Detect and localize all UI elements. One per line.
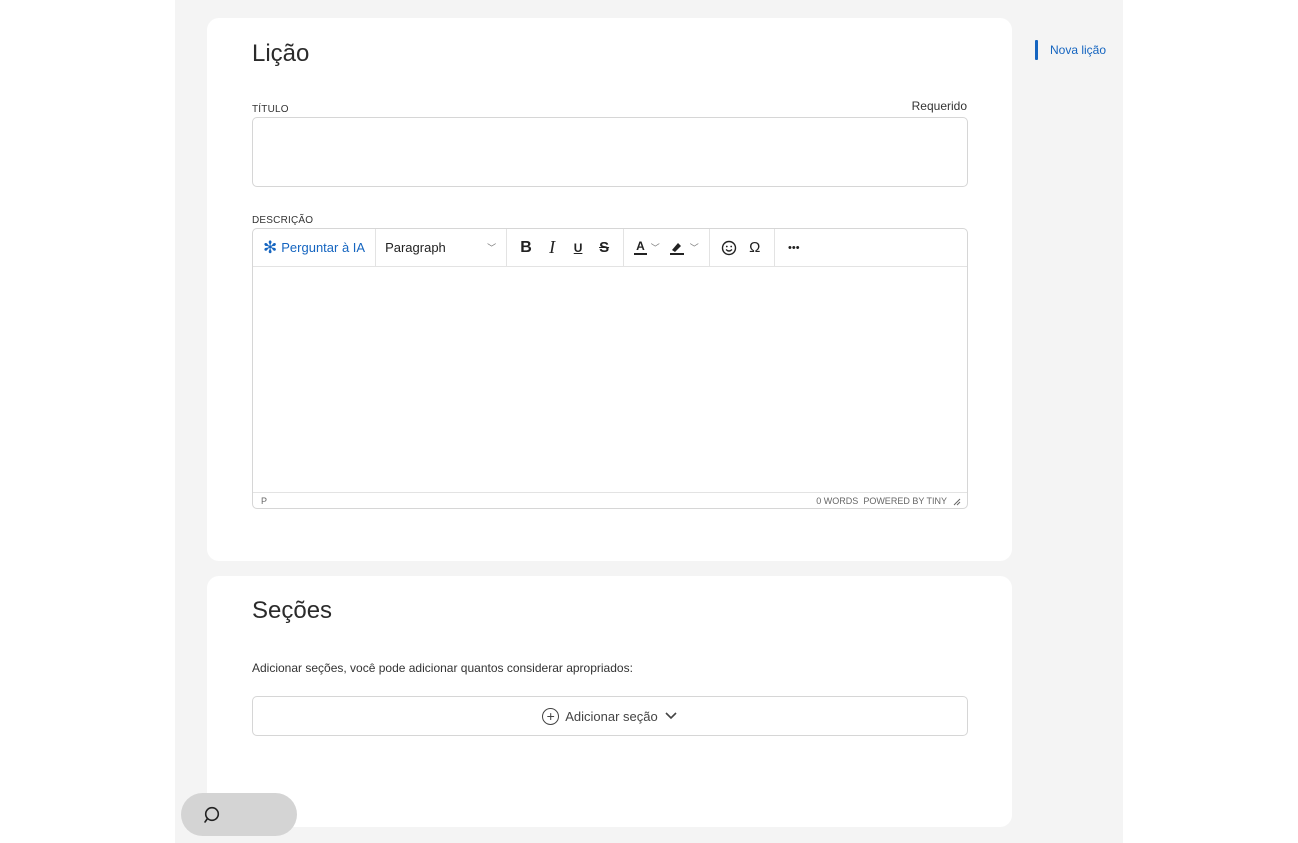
add-section-label: Adicionar seção xyxy=(565,708,658,724)
lesson-card: Lição TÍTULO Requerido DESCRIÇÃO ✻ Pergu… xyxy=(207,18,1012,561)
resize-handle-icon[interactable] xyxy=(952,497,961,506)
style-group: B I U S xyxy=(507,229,625,266)
insert-group: Ω xyxy=(710,229,775,266)
special-character-button[interactable]: Ω xyxy=(742,235,768,261)
italic-button[interactable]: I xyxy=(539,235,565,261)
title-input[interactable] xyxy=(252,117,968,187)
more-button[interactable]: ••• xyxy=(781,235,807,261)
format-group: Paragraph ﹀ xyxy=(376,229,508,266)
bold-button[interactable]: B xyxy=(513,235,539,261)
chevron-down-icon: ﹀ xyxy=(650,243,660,253)
underline-button[interactable]: U xyxy=(565,235,591,261)
active-indicator xyxy=(1035,40,1038,60)
plus-circle-icon: + xyxy=(542,707,560,725)
more-group: ••• xyxy=(775,229,813,266)
chevron-down-icon xyxy=(665,712,677,720)
editor-toolbar: ✻ Perguntar à IA Paragraph ﹀ B I U S A ﹀… xyxy=(253,229,967,267)
text-color-button[interactable]: A ﹀ xyxy=(634,240,660,255)
required-indicator: Requerido xyxy=(911,99,967,113)
text-color-label: A xyxy=(634,239,647,255)
description-editor: ✻ Perguntar à IA Paragraph ﹀ B I U S A ﹀… xyxy=(252,228,968,509)
page-title: Lição xyxy=(252,40,310,67)
description-label: DESCRIÇÃO xyxy=(252,215,314,226)
side-nav: Nova lição xyxy=(1035,40,1106,60)
emoji-icon xyxy=(721,240,736,255)
ask-ai-button[interactable]: ✻ Perguntar à IA xyxy=(259,238,369,258)
sections-title: Seções xyxy=(252,597,333,624)
ai-sparkle-icon: ✻ xyxy=(263,237,278,257)
strikethrough-button[interactable]: S xyxy=(591,235,617,261)
statusbar-right: 0 WORDS POWERED BY TINY xyxy=(816,496,961,506)
chevron-down-icon: ﹀ xyxy=(487,243,497,253)
sections-hint: Adicionar seções, você pode adicionar qu… xyxy=(252,661,633,675)
side-nav-item-new-lesson[interactable]: Nova lição xyxy=(1050,43,1106,57)
highlighter-icon xyxy=(669,242,684,255)
main-page: Lição TÍTULO Requerido DESCRIÇÃO ✻ Pergu… xyxy=(175,0,1123,843)
element-path[interactable]: P xyxy=(261,496,267,506)
add-section-button[interactable]: + Adicionar seção xyxy=(252,696,968,736)
word-count[interactable]: 0 WORDS xyxy=(816,496,858,506)
ai-group: ✻ Perguntar à IA xyxy=(253,229,377,266)
emoji-button[interactable] xyxy=(716,235,742,261)
editor-statusbar: P 0 WORDS POWERED BY TINY xyxy=(253,492,967,508)
title-label: TÍTULO xyxy=(252,104,289,115)
block-format-label: Paragraph xyxy=(385,240,446,255)
chat-bubble-icon xyxy=(204,806,220,823)
color-group: A ﹀ ﹀ xyxy=(624,229,710,266)
editor-content-area[interactable] xyxy=(253,267,967,492)
chat-button[interactable] xyxy=(181,793,297,836)
ask-ai-label: Perguntar à IA xyxy=(281,240,366,255)
block-format-select[interactable]: Paragraph ﹀ xyxy=(382,240,500,255)
powered-by-link[interactable]: POWERED BY TINY xyxy=(863,496,947,506)
chevron-down-icon: ﹀ xyxy=(689,243,699,253)
sections-card: Seções Adicionar seções, você pode adici… xyxy=(207,576,1012,827)
highlight-color-button[interactable]: ﹀ xyxy=(668,240,699,256)
